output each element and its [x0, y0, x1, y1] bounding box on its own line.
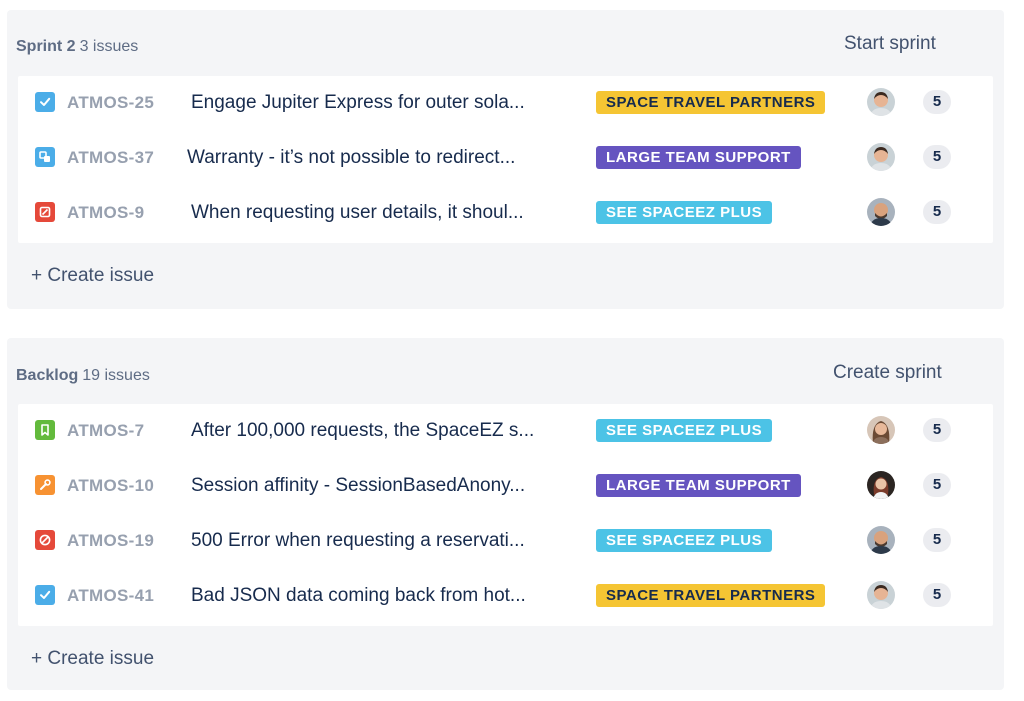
- create-issue-button[interactable]: + Create issue: [31, 648, 154, 670]
- issue-key[interactable]: ATMOS-25: [67, 93, 154, 113]
- issue-summary[interactable]: Session affinity - SessionBasedAnony...: [191, 475, 571, 497]
- issue-summary[interactable]: Warranty - it’s not possible to redirect…: [187, 147, 567, 169]
- issue-row[interactable]: ATMOS-10 Session affinity - SessionBased…: [18, 459, 993, 514]
- story-points-badge: 5: [923, 145, 951, 169]
- backlog-issue-count: 19 issues: [82, 367, 150, 384]
- assignee-avatar[interactable]: [867, 143, 895, 171]
- story-points-badge: 5: [923, 418, 951, 442]
- wrench-improvement-icon: [35, 475, 55, 495]
- issue-row[interactable]: ATMOS-9 When requesting user details, it…: [18, 186, 993, 241]
- assignee-avatar[interactable]: [867, 471, 895, 499]
- sprint-issue-count: 3 issues: [79, 38, 139, 55]
- epic-label[interactable]: SPACE TRAVEL PARTNERS: [596, 584, 826, 607]
- sprint-header: Sprint 23 issues Start sprint: [16, 10, 1004, 55]
- sprint-issue-list: ATMOS-25 Engage Jupiter Express for oute…: [18, 76, 993, 243]
- issue-row[interactable]: ATMOS-41 Bad JSON data coming back from …: [18, 569, 993, 624]
- start-sprint-button[interactable]: Start sprint: [844, 33, 936, 55]
- create-sprint-button[interactable]: Create sprint: [833, 362, 942, 384]
- subtask-icon: [35, 147, 55, 167]
- bug-icon: [35, 202, 55, 222]
- epic-label[interactable]: SEE SPACEEZ PLUS: [596, 529, 773, 552]
- story-points-badge: 5: [923, 583, 951, 607]
- backlog-issue-list: ATMOS-7 After 100,000 requests, the Spac…: [18, 404, 993, 626]
- story-points-badge: 5: [923, 528, 951, 552]
- issue-row[interactable]: ATMOS-37 Warranty - it’s not possible to…: [18, 131, 993, 186]
- story-points-badge: 5: [923, 90, 951, 114]
- create-issue-button[interactable]: + Create issue: [31, 265, 154, 287]
- backlog-name: Backlog: [16, 367, 79, 384]
- blocker-icon: [35, 530, 55, 550]
- issue-summary[interactable]: Bad JSON data coming back from hot...: [191, 585, 571, 607]
- story-points-badge: 5: [923, 473, 951, 497]
- issue-summary[interactable]: After 100,000 requests, the SpaceEZ s...: [191, 420, 571, 442]
- sprint-title: Sprint 23 issues: [16, 38, 138, 56]
- epic-label[interactable]: SEE SPACEEZ PLUS: [596, 201, 773, 224]
- story-points-badge: 5: [923, 200, 951, 224]
- issue-summary[interactable]: Engage Jupiter Express for outer sola...: [191, 92, 571, 114]
- issue-key[interactable]: ATMOS-37: [67, 148, 154, 168]
- backlog-header: Backlog 19 issues Create sprint: [16, 338, 1004, 384]
- issue-row[interactable]: ATMOS-7 After 100,000 requests, the Spac…: [18, 404, 993, 459]
- issue-key[interactable]: ATMOS-41: [67, 586, 154, 606]
- assignee-avatar[interactable]: [867, 581, 895, 609]
- epic-label[interactable]: SEE SPACEEZ PLUS: [596, 419, 773, 442]
- sprint-section: Sprint 23 issues Start sprint ATMOS-25 E…: [7, 10, 1004, 309]
- assignee-avatar[interactable]: [867, 198, 895, 226]
- issue-row[interactable]: ATMOS-19 500 Error when requesting a res…: [18, 514, 993, 569]
- issue-row[interactable]: ATMOS-25 Engage Jupiter Express for oute…: [18, 76, 993, 131]
- sprint-name: Sprint 2: [16, 38, 76, 55]
- story-bookmark-icon: [35, 420, 55, 440]
- backlog-title: Backlog 19 issues: [16, 367, 150, 385]
- epic-label[interactable]: LARGE TEAM SUPPORT: [596, 474, 801, 497]
- issue-key[interactable]: ATMOS-19: [67, 531, 154, 551]
- assignee-avatar[interactable]: [867, 88, 895, 116]
- assignee-avatar[interactable]: [867, 526, 895, 554]
- checkbox-task-icon: [35, 585, 55, 605]
- checkbox-task-icon: [35, 92, 55, 112]
- backlog-section: Backlog 19 issues Create sprint ATMOS-7 A…: [7, 338, 1004, 690]
- issue-key[interactable]: ATMOS-7: [67, 421, 144, 441]
- issue-summary[interactable]: 500 Error when requesting a reservati...: [191, 530, 571, 552]
- issue-key[interactable]: ATMOS-10: [67, 476, 154, 496]
- epic-label[interactable]: LARGE TEAM SUPPORT: [596, 146, 801, 169]
- epic-label[interactable]: SPACE TRAVEL PARTNERS: [596, 91, 826, 114]
- issue-summary[interactable]: When requesting user details, it shoul..…: [191, 202, 571, 224]
- issue-key[interactable]: ATMOS-9: [67, 203, 144, 223]
- assignee-avatar[interactable]: [867, 416, 895, 444]
